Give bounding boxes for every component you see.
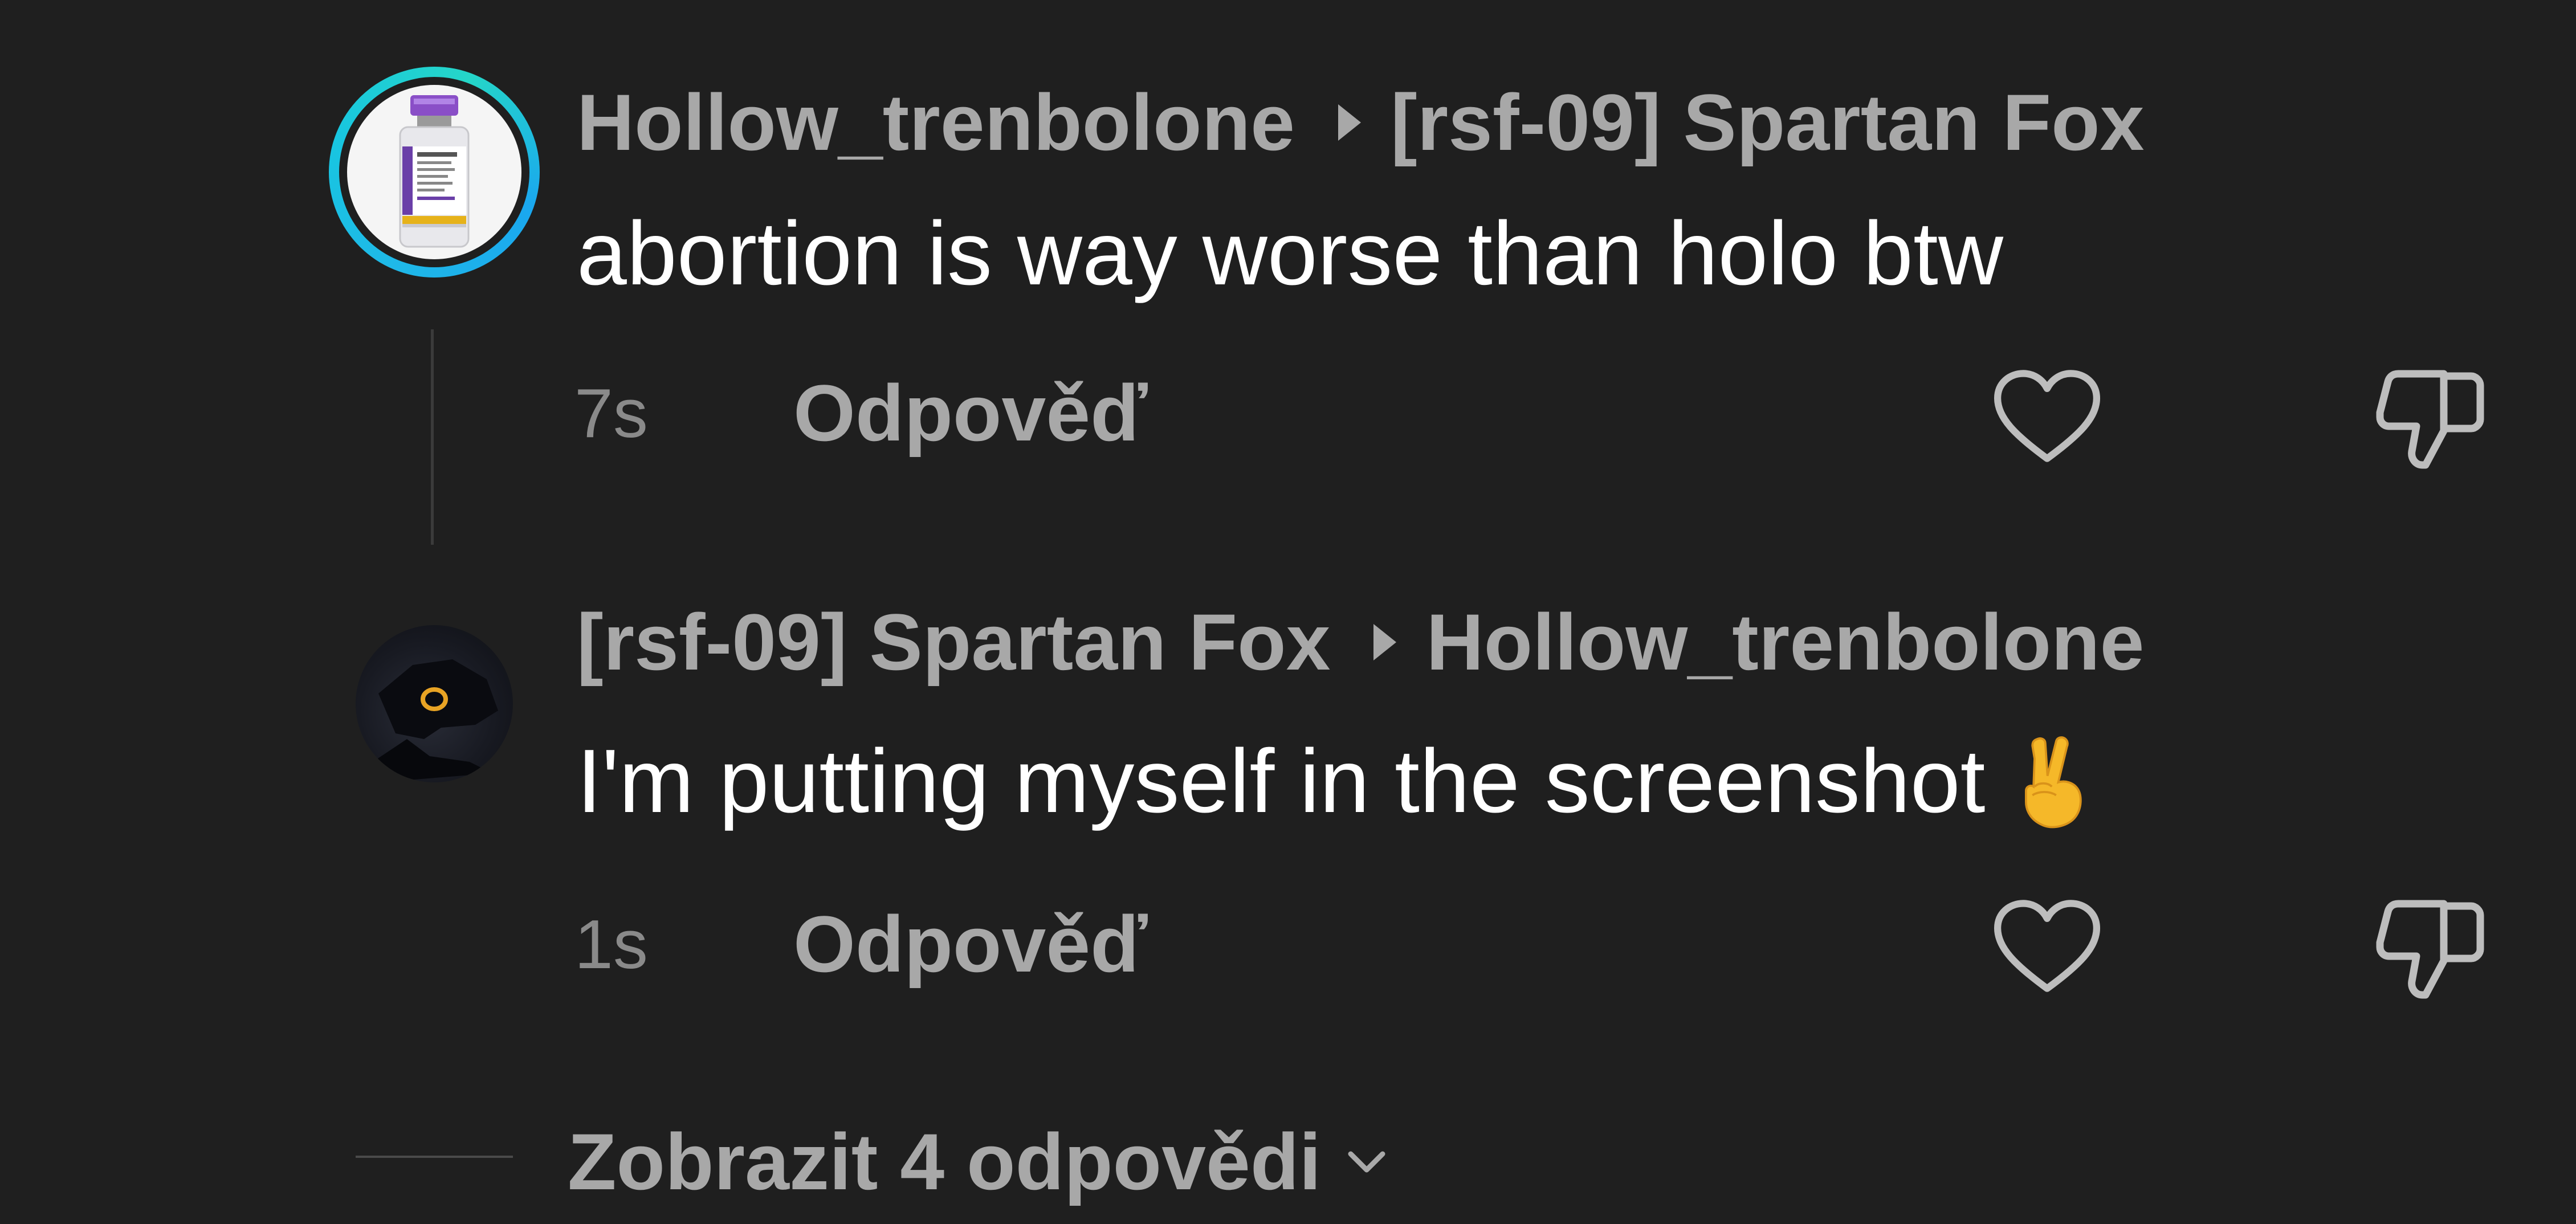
caret-right-icon bbox=[1373, 624, 1397, 660]
author-name[interactable]: [rsf-09] Spartan Fox bbox=[577, 596, 1330, 688]
view-replies-label: Zobrazit 4 odpovědi bbox=[568, 1117, 1322, 1206]
view-replies-row: Zobrazit 4 odpovědi bbox=[0, 1110, 2576, 1213]
timestamp: 1s bbox=[574, 905, 648, 983]
like-button[interactable] bbox=[1990, 892, 2104, 1001]
comment-item: [rsf-09] Spartan Fox Hollow_trenbolone I… bbox=[0, 0, 2576, 1224]
chevron-down-icon bbox=[1348, 1151, 1385, 1173]
reply-to-name[interactable]: Hollow_trenbolone bbox=[1426, 596, 2144, 688]
reply-button[interactable]: Odpověď bbox=[793, 899, 1148, 989]
view-replies-button[interactable]: Zobrazit 4 odpovědi bbox=[568, 1113, 1389, 1210]
thumbs-down-icon bbox=[2376, 900, 2484, 999]
victory-hand-emoji-icon bbox=[2008, 733, 2100, 830]
dark-character-avatar-icon[interactable] bbox=[356, 625, 513, 782]
divider bbox=[356, 1156, 513, 1158]
comment-text: I'm putting myself in the screenshot bbox=[577, 731, 2100, 831]
dislike-button[interactable] bbox=[2373, 892, 2487, 1001]
heart-icon bbox=[1994, 900, 2101, 992]
comment-header: [rsf-09] Spartan Fox Hollow_trenbolone bbox=[577, 596, 2144, 688]
comment-text-content: I'm putting myself in the screenshot bbox=[577, 731, 1986, 831]
